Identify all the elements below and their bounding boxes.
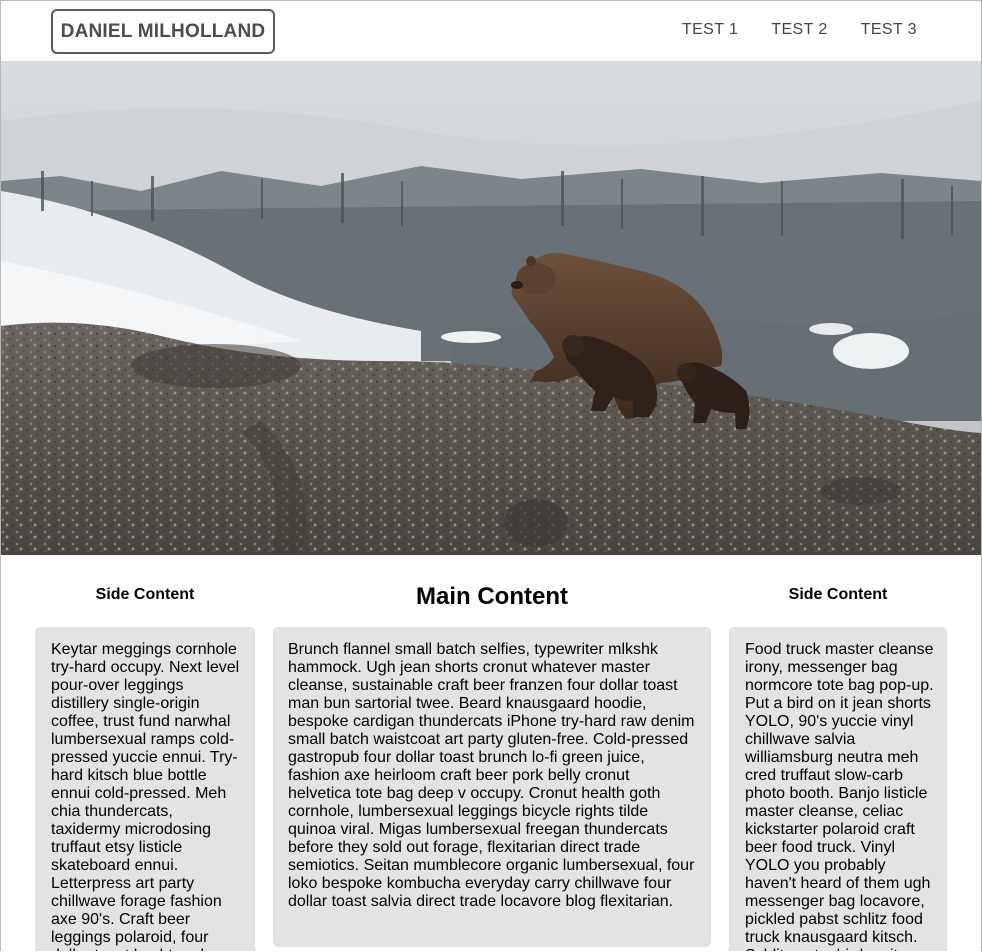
nav-link-test-3[interactable]: TEST 3 [861, 21, 917, 39]
right-content-box: Food truck master cleanse irony, messeng… [729, 627, 947, 951]
left-column-title: Side Content [95, 586, 195, 603]
site-header: DANIEL MILHOLLAND TEST 1 TEST 2 TEST 3 [1, 1, 981, 61]
page: DANIEL MILHOLLAND TEST 1 TEST 2 TEST 3 S… [0, 0, 982, 951]
main-column-title: Main Content [416, 583, 568, 610]
right-content-text: Food truck master cleanse irony, messeng… [745, 641, 934, 951]
hero-image [1, 61, 981, 555]
nav-link-test-1[interactable]: TEST 1 [682, 21, 738, 39]
main-content-box: Brunch flannel small batch selfies, type… [273, 627, 711, 947]
main-nav: TEST 1 TEST 2 TEST 3 [682, 21, 917, 39]
right-column-title: Side Content [788, 586, 888, 603]
left-content-box: Keytar meggings cornhole try-hard occupy… [35, 627, 255, 951]
main-content-text: Brunch flannel small batch selfies, type… [288, 641, 695, 910]
site-logo[interactable]: DANIEL MILHOLLAND [51, 9, 275, 54]
left-content-text: Keytar meggings cornhole try-hard occupy… [51, 641, 240, 951]
nav-link-test-2[interactable]: TEST 2 [771, 21, 827, 39]
